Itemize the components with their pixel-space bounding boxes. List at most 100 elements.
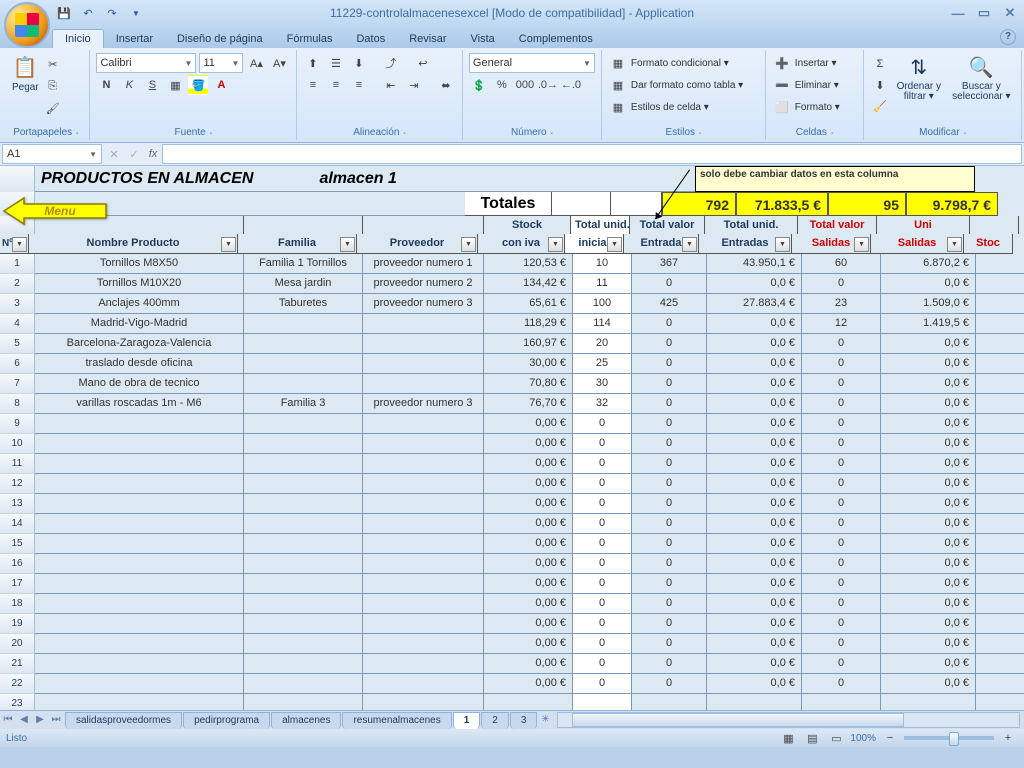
cell[interactable]: Madrid-Vigo-Madrid <box>35 314 244 334</box>
cell[interactable] <box>976 534 1024 554</box>
row-number[interactable]: 1 <box>0 254 35 274</box>
cell[interactable]: 0,0 € <box>707 474 802 494</box>
comma-icon[interactable]: 000 <box>515 75 535 95</box>
cell[interactable]: 0 <box>573 494 632 514</box>
row-number[interactable]: 14 <box>0 514 35 534</box>
cell[interactable] <box>976 574 1024 594</box>
hdr-nombre[interactable]: Nombre Producto▼ <box>29 234 238 254</box>
cell[interactable]: 0,0 € <box>881 374 976 394</box>
cell[interactable]: 0 <box>573 594 632 614</box>
zoom-in-icon[interactable]: + <box>998 728 1018 748</box>
zoom-slider[interactable] <box>904 736 994 740</box>
cell[interactable]: 0,0 € <box>881 514 976 534</box>
cell[interactable] <box>363 674 484 694</box>
cell[interactable]: 0 <box>573 514 632 534</box>
cell[interactable]: Mesa jardin <box>244 274 363 294</box>
cell[interactable] <box>363 434 484 454</box>
table-row[interactable]: 180,00 €000,0 €00,0 € <box>0 594 1024 614</box>
row-number[interactable]: 22 <box>0 674 35 694</box>
wrap-text-icon[interactable]: ↩ <box>413 53 433 73</box>
cell[interactable]: 27.883,4 € <box>707 294 802 314</box>
cell[interactable]: 0 <box>802 474 881 494</box>
filter-icon[interactable]: ▼ <box>221 237 236 252</box>
cell[interactable]: 0,00 € <box>484 434 573 454</box>
help-icon[interactable]: ? <box>1000 29 1016 45</box>
cell[interactable]: 0 <box>632 274 707 294</box>
sheet-tab[interactable]: resumenalmacenes <box>342 712 451 729</box>
cell[interactable] <box>363 374 484 394</box>
cell[interactable]: 0 <box>802 654 881 674</box>
worksheet[interactable]: Menu PRODUCTOS EN ALMACEN almacen 1 solo… <box>0 166 1024 710</box>
cell[interactable] <box>35 634 244 654</box>
tab-revisar[interactable]: Revisar <box>397 30 458 48</box>
cell[interactable]: Anclajes 400mm <box>35 294 244 314</box>
table-row[interactable]: 150,00 €000,0 €00,0 € <box>0 534 1024 554</box>
cell[interactable]: Barcelona-Zaragoza-Valencia <box>35 334 244 354</box>
cell[interactable]: 1.419,5 € <box>881 314 976 334</box>
row-number[interactable]: 15 <box>0 534 35 554</box>
hdr-salidas-u[interactable]: Salidas▼ <box>792 234 871 254</box>
table-row[interactable]: 170,00 €000,0 €00,0 € <box>0 574 1024 594</box>
cell[interactable] <box>35 494 244 514</box>
cell[interactable]: proveedor numero 3 <box>363 394 484 414</box>
cell[interactable]: 0 <box>632 454 707 474</box>
cell[interactable]: 0,0 € <box>707 354 802 374</box>
filter-icon[interactable]: ▼ <box>12 237 27 252</box>
row-number[interactable]: 21 <box>0 654 35 674</box>
hdr-entrada[interactable]: Entrada▼ <box>624 234 699 254</box>
table-row[interactable]: 23 <box>0 694 1024 710</box>
cell[interactable]: 0,0 € <box>707 514 802 534</box>
filter-icon[interactable]: ▼ <box>340 237 355 252</box>
table-row[interactable]: 2Tornillos M10X20Mesa jardinproveedor nu… <box>0 274 1024 294</box>
undo-icon[interactable]: ↶ <box>80 5 96 21</box>
find-select-button[interactable]: 🔍Buscar y seleccionar ▾ <box>948 52 1015 116</box>
row-number[interactable]: 16 <box>0 554 35 574</box>
view-normal-icon[interactable]: ▦ <box>778 728 798 748</box>
enter-formula-icon[interactable]: ✓ <box>124 144 144 164</box>
cell[interactable] <box>976 634 1024 654</box>
cell[interactable] <box>35 674 244 694</box>
hdr-inicial[interactable]: inicial▼ <box>565 234 624 254</box>
cell[interactable] <box>244 494 363 514</box>
sort-filter-button[interactable]: ⇅Ordenar y filtrar ▾ <box>892 52 946 116</box>
cell[interactable]: 0,0 € <box>707 374 802 394</box>
cell[interactable] <box>244 374 363 394</box>
tab-formulas[interactable]: Fórmulas <box>275 30 345 48</box>
cell[interactable]: 0 <box>632 474 707 494</box>
cell[interactable]: 0 <box>632 354 707 374</box>
cell[interactable]: 0,0 € <box>707 674 802 694</box>
cell[interactable] <box>244 674 363 694</box>
cell[interactable]: 0 <box>802 354 881 374</box>
cell[interactable]: 0 <box>573 674 632 694</box>
cell[interactable]: 60 <box>802 254 881 274</box>
tab-inicio[interactable]: Inicio <box>52 29 104 48</box>
table-row[interactable]: 160,00 €000,0 €00,0 € <box>0 554 1024 574</box>
cell[interactable]: 0,0 € <box>881 654 976 674</box>
cell[interactable]: 0 <box>632 554 707 574</box>
table-row[interactable]: 6traslado desde oficina30,00 €2500,0 €00… <box>0 354 1024 374</box>
cell[interactable]: 11 <box>573 274 632 294</box>
increase-decimal-icon[interactable]: .0→ <box>538 75 558 95</box>
cell[interactable]: 0 <box>573 574 632 594</box>
cell[interactable] <box>363 654 484 674</box>
cell[interactable] <box>244 454 363 474</box>
cell[interactable]: 0,00 € <box>484 554 573 574</box>
cell[interactable] <box>35 514 244 534</box>
shrink-font-icon[interactable]: A▾ <box>269 53 289 73</box>
cell[interactable] <box>363 694 484 710</box>
cell[interactable]: 0 <box>573 634 632 654</box>
filter-icon[interactable]: ▼ <box>461 237 476 252</box>
number-format-combo[interactable]: General▼ <box>469 53 595 73</box>
table-row[interactable]: 210,00 €000,0 €00,0 € <box>0 654 1024 674</box>
cell[interactable]: 0,0 € <box>707 434 802 454</box>
cell[interactable]: 0,00 € <box>484 514 573 534</box>
table-row[interactable]: 200,00 €000,0 €00,0 € <box>0 634 1024 654</box>
filter-icon[interactable]: ▼ <box>854 237 869 252</box>
cell[interactable]: 0,0 € <box>881 634 976 654</box>
cell[interactable] <box>976 494 1024 514</box>
tab-last-icon[interactable]: ⏭ <box>48 712 64 728</box>
cell[interactable] <box>976 554 1024 574</box>
cell[interactable]: 0,00 € <box>484 414 573 434</box>
align-top-icon[interactable]: ⬆ <box>303 53 323 73</box>
cell[interactable] <box>363 314 484 334</box>
